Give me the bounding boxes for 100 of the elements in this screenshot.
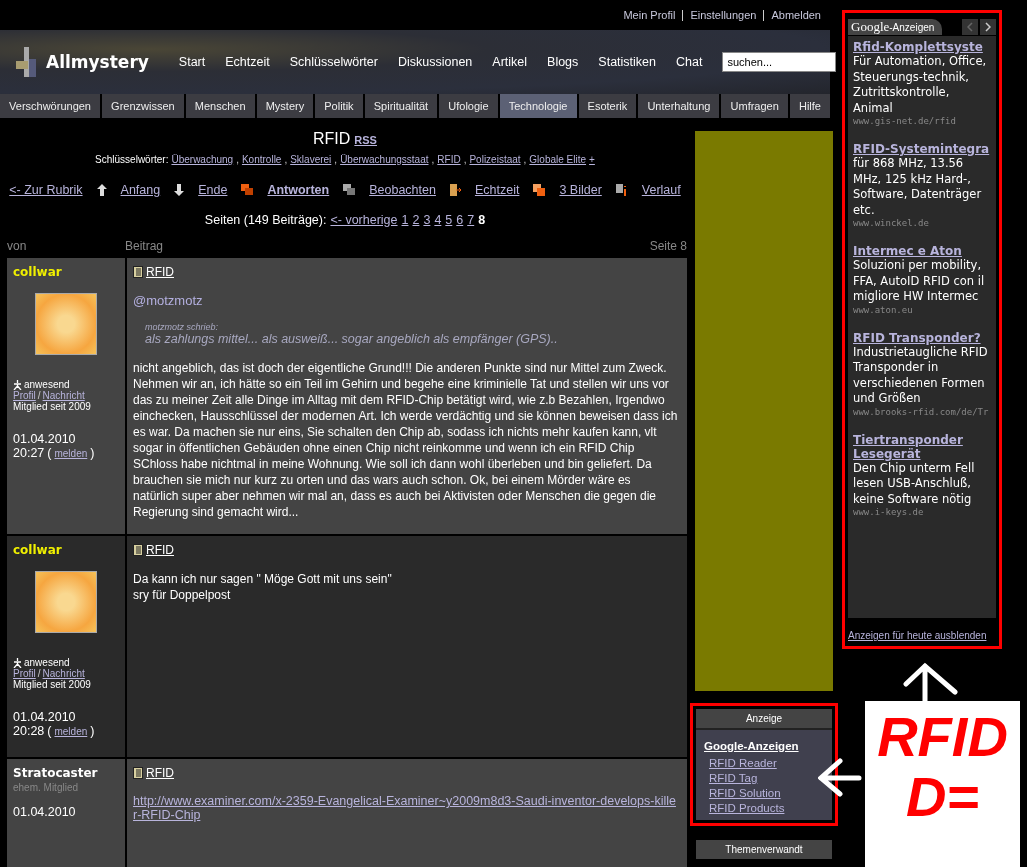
keyword-link[interactable]: Überwachungsstaat — [340, 154, 429, 165]
nav-link[interactable]: Echtzeit — [225, 55, 270, 69]
paren: ) — [90, 446, 95, 460]
author-name[interactable]: collwar — [13, 265, 119, 279]
category-tab[interactable]: Esoterik — [578, 94, 637, 118]
previous-page-link[interactable]: <- vorherige — [330, 213, 398, 227]
hide-ads-link[interactable]: Anzeigen für heute ausblenden — [848, 630, 996, 641]
category-tab[interactable]: Umfragen — [721, 94, 788, 118]
ad-text: Industrietaugliche RFID Transponder in verschiedenen Formen und Größen — [853, 344, 989, 407]
thread-action-link[interactable]: Anfang — [120, 183, 161, 197]
ad-url: www.aton.eu — [853, 304, 914, 315]
category-tab[interactable]: Ufologie — [439, 94, 498, 118]
page-link[interactable]: 8 — [478, 213, 486, 227]
nav-link[interactable]: Schlüsselwörter — [289, 55, 378, 69]
top-link[interactable]: Einstellungen — [682, 9, 764, 21]
ad-title-link[interactable]: Intermec e Aton — [853, 244, 991, 258]
post-title-link[interactable]: RFID — [133, 766, 679, 780]
category-tab[interactable]: Politik — [315, 94, 363, 118]
rss-link[interactable]: RSS — [354, 134, 377, 146]
presence-status: anwesend — [13, 379, 119, 390]
nav-link[interactable]: Statistiken — [598, 55, 656, 69]
keyword-link[interactable]: Globale Elite — [529, 154, 587, 165]
nav-link[interactable]: Start — [178, 55, 206, 69]
keyword-link[interactable]: Polizeistaat — [469, 154, 521, 165]
column-header: Beitrag — [125, 239, 165, 253]
ad-url: www.brooks-rfid.com/de/Tr — [853, 406, 990, 417]
keyword-link[interactable]: Überwachung — [171, 154, 234, 165]
ad-header: Anzeige — [696, 709, 832, 730]
comma: , — [431, 154, 435, 165]
profile-link[interactable]: Profil — [13, 390, 36, 401]
profile-link[interactable]: Profil — [13, 668, 36, 679]
thread-action-link[interactable]: Ende — [198, 183, 228, 197]
post-title-link[interactable]: RFID — [133, 543, 679, 557]
ad-title-link[interactable]: RFID Transponder? — [853, 330, 991, 345]
post-time: 20:28 — [13, 724, 45, 738]
page-link[interactable]: 2 — [412, 213, 420, 227]
nav-link[interactable]: Diskussionen — [397, 55, 473, 69]
report-link[interactable]: melden — [54, 448, 88, 459]
author-name[interactable]: collwar — [13, 543, 119, 557]
nav-link[interactable]: Blogs — [547, 55, 579, 69]
post-link[interactable]: http://www.examiner.com/x-2359-Evangelical-Examiner~y2009m8d3-Saudi-inventor-develops-killer-RFID-Chip — [133, 794, 679, 822]
search-field[interactable]: suchen... — [722, 52, 837, 72]
mention: @motzmotz — [133, 293, 204, 308]
more-keywords-link[interactable]: + — [589, 154, 595, 165]
category-tab[interactable]: Mystery — [256, 94, 314, 118]
paren: ( — [47, 724, 52, 738]
page-link[interactable]: 7 — [467, 213, 475, 227]
ad-link[interactable]: RFID Products — [709, 802, 824, 814]
category-tab[interactable]: Hilfe — [789, 94, 830, 118]
message-link[interactable]: Nachricht — [42, 390, 85, 401]
comma: , — [523, 154, 527, 165]
slash: / — [37, 390, 41, 401]
top-link[interactable]: Abmelden — [763, 9, 828, 21]
thread-action-link[interactable]: <- Zur Rubrik — [9, 183, 83, 197]
ad-title-link[interactable]: Tiertransponder Lesegerät — [853, 432, 991, 461]
thread-action-link[interactable]: Verlauf — [641, 183, 681, 197]
ad-title-link[interactable]: RFID-Systemintegra — [853, 142, 991, 156]
keywords-label: Schlüsselwörter: — [95, 154, 169, 165]
comma: , — [284, 154, 288, 165]
ad-title-link[interactable]: Rfid-Komplettsyste — [853, 40, 991, 54]
post-text: nicht angeblich, das ist doch der eigentliche Grund!!! Die anderen Punkte sind nur Mittel zum Zweck. Nehmen wir an, ich hätte so ein Teil im Gehirn und begehe eine kriminielle Tat und stellen wir uns vor das zu meiner Zeit alle Dinge im Alltag mit dem RFID-Chip betätigt wird, wie z.b Bezahlen, Irgendwo einchecken, Hausschlüssel der modernen Art. Ich werde verdächtig und sie können beweisen dass ich es war. Da machen sie nur eins, Sie schalten den Chip ab, sodass ich nichts mehr kaufen kann, vlt sogar in öffentlichen Gebäuden ohne einen Chip nicht reinkomme und wenn ich ein RFID Chip SChloss habe nichtmal in meine Wohnung. Wie soll ich dann wohl überleben und bin geliefert. Da brauchen sie mich nur kurz zu orten und das wars auch schon. Ok, bei einem Mörder wäre es natürlich super aber nehmen wir mal an, dass es auch bei Aktivisten oder Menschen die gegen die Regierung sind gemacht wird... — [133, 360, 679, 520]
nav-link[interactable]: Artikel — [492, 55, 528, 69]
page-number: Seite 8 — [649, 239, 687, 253]
page-link[interactable]: 5 — [445, 213, 453, 227]
page-link[interactable]: 6 — [456, 213, 464, 227]
slash: / — [37, 668, 41, 679]
ad-link[interactable]: RFID Solution — [709, 787, 824, 799]
category-tab[interactable]: Grenzwissen — [102, 94, 184, 118]
category-tab[interactable]: Unterhaltung — [638, 94, 720, 118]
ads-brand: Google-Anzeigen — [848, 19, 943, 35]
annotation-text: RFID — [877, 707, 1008, 768]
presence-status: anwesend — [13, 657, 119, 668]
thread-action-link[interactable]: 3 Bilder — [559, 183, 602, 197]
page-link[interactable]: 1 — [401, 213, 409, 227]
ad-link[interactable]: RFID Tag — [709, 772, 824, 784]
page-link[interactable]: 3 — [423, 213, 431, 227]
top-link[interactable]: Mein Profil — [616, 9, 683, 21]
category-tab[interactable]: Technologie — [499, 94, 577, 118]
ad-link[interactable]: RFID Reader — [709, 757, 824, 769]
post-date: 01.04.2010 — [13, 805, 77, 819]
keyword-link[interactable]: Kontrolle — [241, 154, 282, 165]
keyword-link[interactable]: RFID — [437, 154, 461, 165]
category-tab[interactable]: Menschen — [185, 94, 255, 118]
annotation-text: D= — [905, 767, 980, 828]
report-link[interactable]: melden — [54, 726, 88, 737]
ad-heading-link[interactable]: Google-Anzeigen — [704, 740, 824, 752]
page-link[interactable]: 4 — [434, 213, 442, 227]
post-title-link[interactable]: RFID — [133, 265, 679, 279]
thread-action-link[interactable]: Echtzeit — [474, 183, 520, 197]
thread-action-link[interactable]: Antworten — [267, 183, 330, 197]
ad-text: Soluzioni per mobility, FFA, AutoID RFID con il migliore HW Intermec — [853, 258, 986, 305]
author-name[interactable]: Stratocaster — [13, 766, 119, 780]
message-link[interactable]: Nachricht — [42, 668, 85, 679]
site-logo[interactable]: Allmystery — [46, 52, 149, 72]
post-time: 20:27 — [13, 446, 45, 460]
keyword-link[interactable]: Sklaverei — [290, 154, 332, 165]
category-tab[interactable]: Verschwörungen — [0, 94, 101, 118]
nav-link[interactable]: Chat — [676, 55, 703, 69]
category-tab[interactable]: Spiritualität — [364, 94, 438, 118]
thread-action-link[interactable]: Beobachten — [369, 183, 436, 197]
